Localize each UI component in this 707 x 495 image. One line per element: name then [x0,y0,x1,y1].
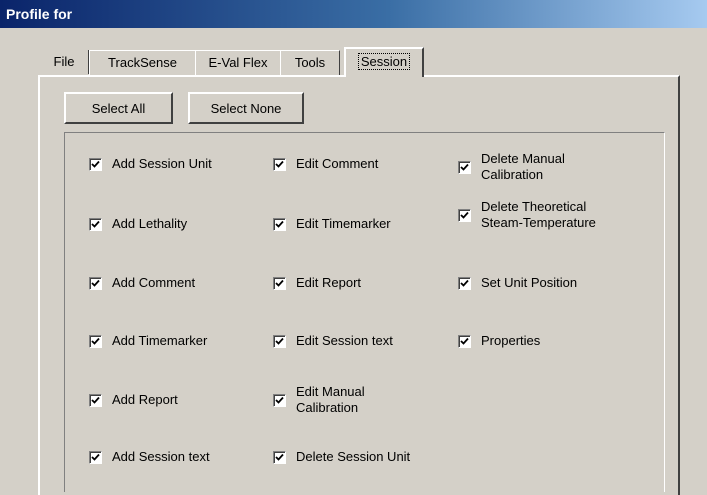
check-icon [89,393,102,407]
checkbox-edit-session-text[interactable]: Edit Session text [273,333,443,349]
checkbox-label: Delete Theoretical Steam-Temperature [481,199,596,230]
tab-file[interactable]: File [40,50,89,74]
checkbox-label: Add Timemarker [112,333,208,348]
check-icon [273,157,286,171]
check-icon [273,393,286,407]
tab-label: Tools [294,55,326,70]
checkbox-delete-theoretical-steam-temperature[interactable]: Delete Theoretical Steam-Temperature [458,199,598,231]
checkbox-label: Edit Report [296,275,362,290]
checkbox-label: Add Lethality [112,216,188,231]
check-icon [458,208,471,222]
checkbox-label: Add Comment [112,275,196,290]
tab-label: File [53,54,75,69]
tab-e-val-flex[interactable]: E-Val Flex [195,50,281,75]
window-title: Profile for [0,0,707,28]
checkbox-properties[interactable]: Properties [458,333,628,349]
checkbox-edit-report[interactable]: Edit Report [273,275,443,291]
checkbox-delete-session-unit[interactable]: Delete Session Unit [273,449,448,465]
checkbox-label: Edit Session text [296,333,393,348]
check-icon [89,157,102,171]
select-none-button[interactable]: Select None [188,92,304,124]
tab-label: E-Val Flex [208,55,268,70]
checkbox-set-unit-position[interactable]: Set Unit Position [458,275,628,291]
checkbox-label: Properties [481,333,541,348]
check-icon [458,276,471,290]
checkbox-add-comment[interactable]: Add Comment [89,275,259,291]
check-icon [458,160,471,174]
check-icon [273,334,286,348]
checkbox-label: Add Session text [112,449,210,464]
checkbox-add-report[interactable]: Add Report [89,392,259,408]
checkbox-label: Delete Session Unit [296,449,411,464]
checkbox-edit-timemarker[interactable]: Edit Timemarker [273,216,443,232]
check-icon [458,334,471,348]
checkbox-label: Add Session Unit [112,156,212,171]
check-icon [273,217,286,231]
check-icon [89,334,102,348]
checkbox-label: Delete Manual Calibration [481,151,565,182]
checkbox-label: Edit Timemarker [296,216,391,231]
check-icon [89,276,102,290]
checkbox-edit-manual-calibration[interactable]: Edit Manual Calibration [273,384,383,416]
check-icon [89,217,102,231]
tab-label: Session [357,53,411,70]
checkbox-add-timemarker[interactable]: Add Timemarker [89,333,259,349]
tab-label: TrackSense [108,55,177,70]
checkbox-label: Edit Comment [296,156,379,171]
checkbox-edit-comment[interactable]: Edit Comment [273,156,443,172]
check-icon [273,450,286,464]
checkbox-delete-manual-calibration[interactable]: Delete Manual Calibration [458,151,598,183]
check-icon [273,276,286,290]
checkbox-label: Set Unit Position [481,275,578,290]
check-icon [89,450,102,464]
checkbox-add-session-unit[interactable]: Add Session Unit [89,156,259,172]
checkbox-add-lethality[interactable]: Add Lethality [89,216,259,232]
checkbox-add-session-text[interactable]: Add Session text [89,449,259,465]
tab-tracksense[interactable]: TrackSense [89,50,196,75]
checkbox-label: Edit Manual Calibration [296,384,365,415]
tab-tools[interactable]: Tools [280,50,340,75]
tab-session[interactable]: Session [344,47,424,77]
select-all-button[interactable]: Select All [64,92,173,124]
permissions-group [64,132,665,492]
checkbox-label: Add Report [112,392,178,407]
